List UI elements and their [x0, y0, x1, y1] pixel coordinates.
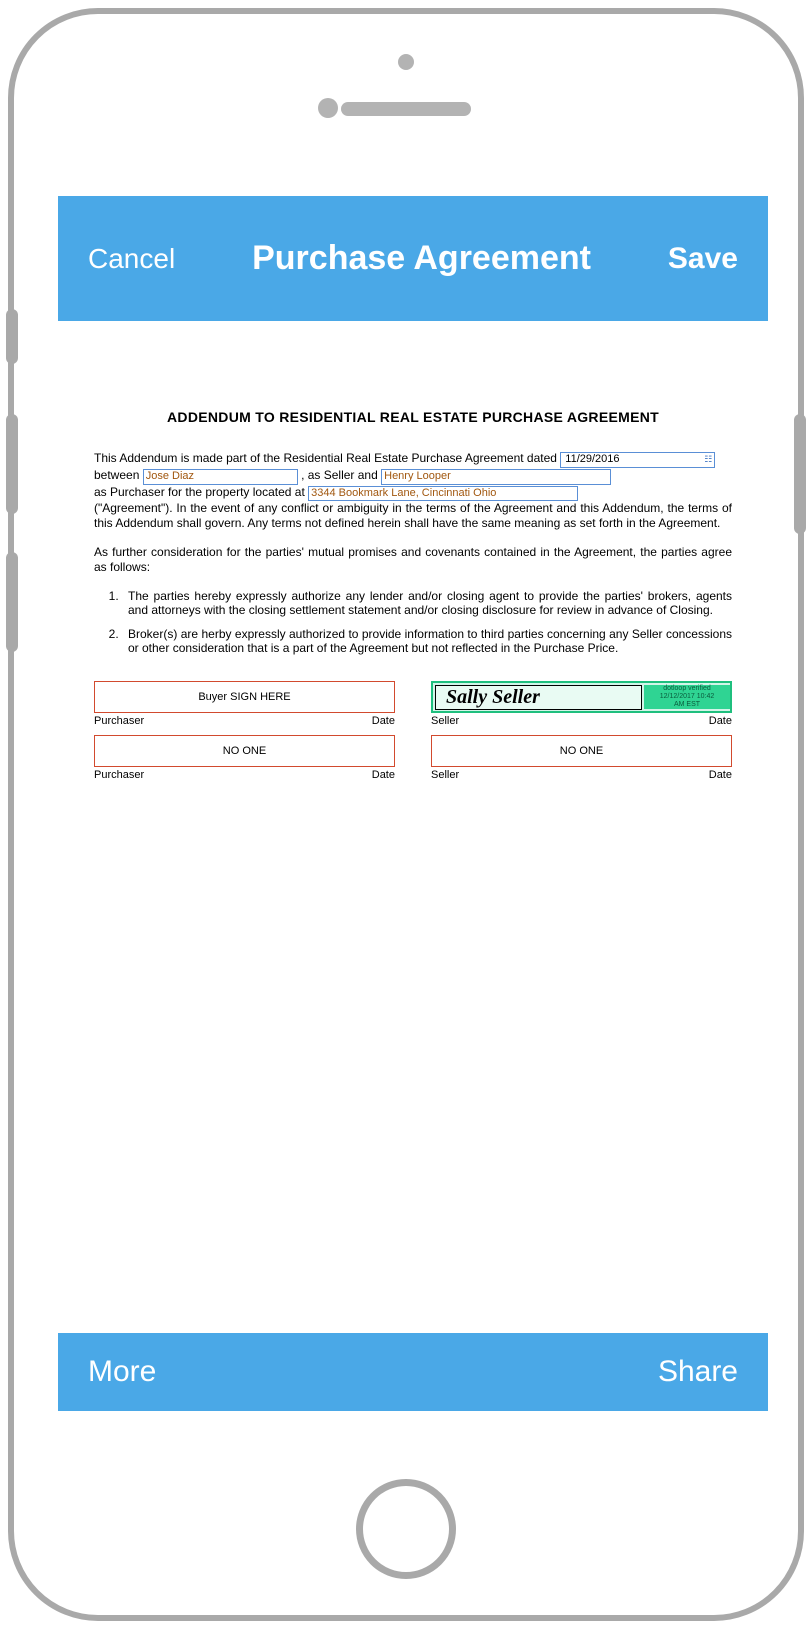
- intro-text: as Purchaser for the property located at: [94, 485, 305, 499]
- noone-label: NO ONE: [223, 745, 266, 757]
- intro-text: between: [94, 468, 139, 482]
- list-item: Broker(s) are herby expressly authorized…: [122, 627, 732, 655]
- intro-paragraph: This Addendum is made part of the Reside…: [94, 451, 732, 531]
- phone-frame: Cancel Purchase Agreement Save ADDENDUM …: [8, 8, 804, 1621]
- cancel-button[interactable]: Cancel: [88, 243, 175, 275]
- intro-text: This Addendum is made part of the Reside…: [94, 451, 557, 465]
- seller-label: Seller: [431, 769, 459, 781]
- seller-name-field[interactable]: Jose Diaz: [143, 469, 298, 485]
- list-item: The parties hereby expressly authorize a…: [122, 589, 732, 617]
- date-label: Date: [709, 769, 732, 781]
- intro-text: , as Seller and: [301, 468, 378, 482]
- side-button-icon: [6, 309, 18, 364]
- date-label: Date: [372, 715, 395, 727]
- speaker-slot-icon: [341, 102, 471, 116]
- terms-list: The parties hereby expressly authorize a…: [122, 589, 732, 655]
- side-button-icon: [6, 414, 18, 514]
- document-body[interactable]: ADDENDUM TO RESIDENTIAL REAL ESTATE PURC…: [58, 321, 768, 1333]
- intro-tail: ("Agreement"). In the event of any confl…: [94, 501, 732, 530]
- footer-bar: More Share: [58, 1333, 768, 1411]
- page-title: Purchase Agreement: [252, 239, 591, 278]
- share-button[interactable]: Share: [658, 1355, 738, 1389]
- date-label: Date: [372, 769, 395, 781]
- save-button[interactable]: Save: [668, 242, 738, 276]
- property-address-field[interactable]: 3344 Bookmark Lane, Cincinnati Ohio: [308, 486, 578, 502]
- side-button-icon: [6, 552, 18, 652]
- purchaser-label: Purchaser: [94, 715, 144, 727]
- buyer-sign-here-box[interactable]: Buyer SIGN HERE: [94, 681, 395, 713]
- side-button-icon: [794, 414, 806, 534]
- agreement-date-field[interactable]: 11/29/2016 ☷: [560, 452, 715, 468]
- header-bar: Cancel Purchase Agreement Save: [58, 196, 768, 321]
- more-button[interactable]: More: [88, 1355, 156, 1389]
- seller-label: Seller: [431, 715, 459, 727]
- seller-noone-box[interactable]: NO ONE: [431, 735, 732, 767]
- sensor-dot-icon: [318, 98, 338, 118]
- date-label: Date: [709, 715, 732, 727]
- buyer-name-field[interactable]: Henry Looper: [381, 469, 611, 485]
- purchaser-noone-box[interactable]: NO ONE: [94, 735, 395, 767]
- home-button[interactable]: [356, 1479, 456, 1579]
- purchaser-label: Purchaser: [94, 769, 144, 781]
- signature-grid: Buyer SIGN HERE Purchaser Date Sally Sel…: [94, 681, 732, 789]
- screen: Cancel Purchase Agreement Save ADDENDUM …: [58, 196, 768, 1411]
- camera-dot-icon: [398, 54, 414, 70]
- document-heading: ADDENDUM TO RESIDENTIAL REAL ESTATE PURC…: [94, 409, 732, 425]
- noone-label: NO ONE: [560, 745, 603, 757]
- seller-signature-box[interactable]: Sally Seller dotloop verified 12/12/2017…: [431, 681, 732, 713]
- sign-here-label: Buyer SIGN HERE: [198, 691, 290, 703]
- verification-stamp: dotloop verified 12/12/2017 10:42 AM EST: [644, 685, 730, 709]
- consideration-paragraph: As further consideration for the parties…: [94, 545, 732, 575]
- calendar-icon: ☷: [704, 454, 712, 465]
- seller-signature-name: Sally Seller: [435, 685, 642, 710]
